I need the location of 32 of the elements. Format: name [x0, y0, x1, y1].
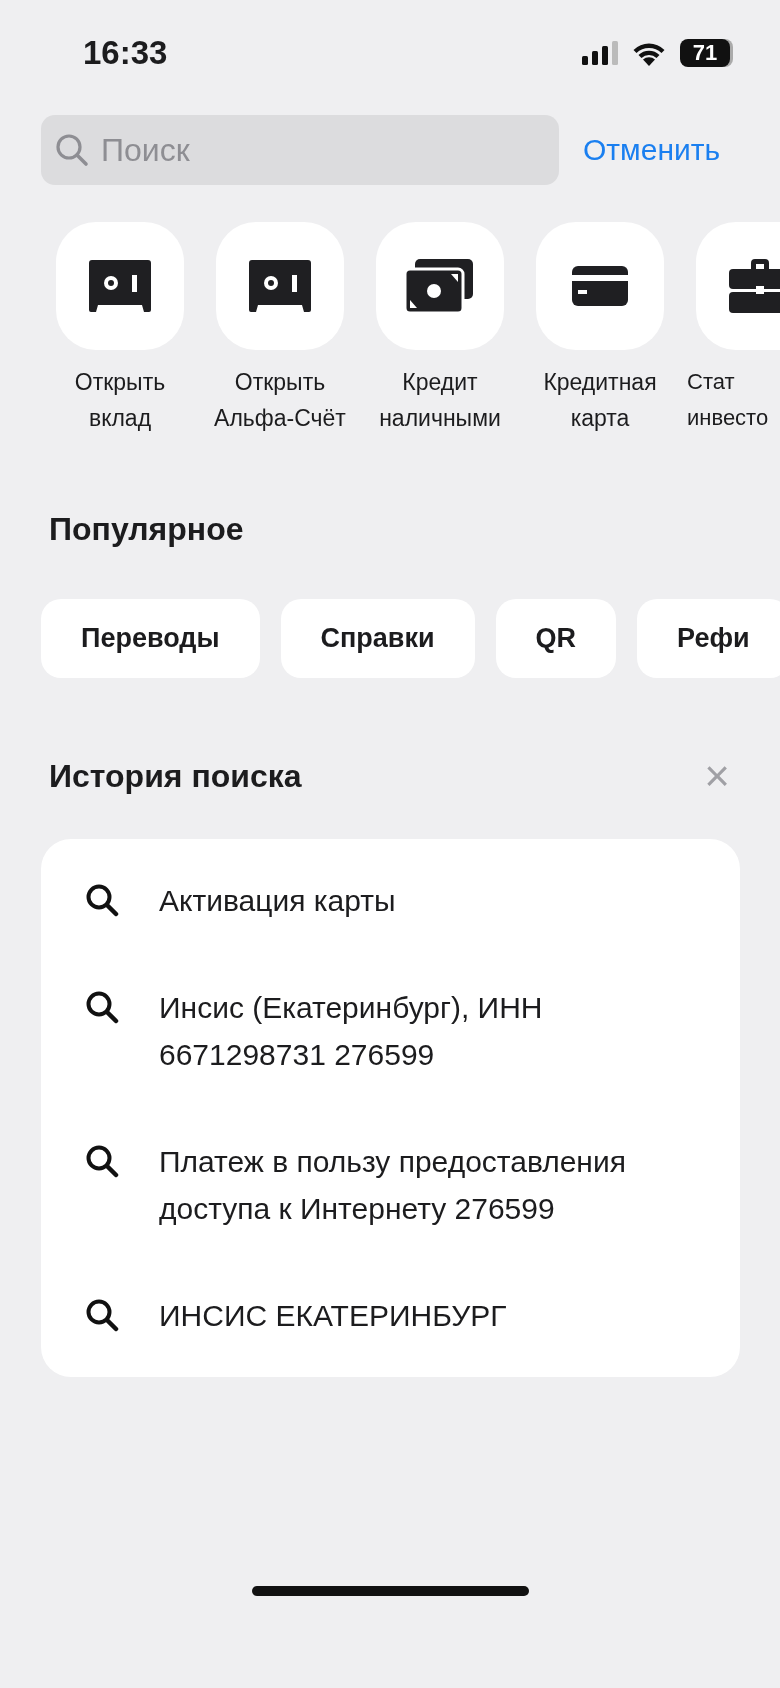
quick-action-tile[interactable]	[376, 222, 504, 350]
safe-icon	[249, 260, 311, 312]
history-item[interactable]: Инсис (Екатеринбург), ИНН 6671298731 276599	[159, 984, 700, 1078]
popular-chip[interactable]: Справки	[280, 599, 475, 678]
history-item[interactable]: Платеж в пользу предоставления доступа к Интернету 276599	[159, 1138, 700, 1232]
search-field[interactable]: Поиск	[41, 115, 559, 185]
cash-icon	[405, 259, 475, 313]
search-icon	[85, 1298, 119, 1332]
status-time: 16:33	[83, 34, 168, 72]
quick-action-label: Кредитная карта	[543, 368, 657, 433]
quick-action-tile[interactable]	[56, 222, 184, 350]
quick-action-label: Открыть вклад	[74, 368, 166, 433]
quick-action-label: Открыть Альфа-Счёт	[214, 368, 346, 433]
card-icon	[572, 266, 628, 306]
popular-chip[interactable]: Переводы	[41, 599, 260, 678]
battery-indicator: 71	[680, 39, 730, 67]
quick-action-label: Стат инвесто	[687, 368, 769, 432]
history-item[interactable]: Активация карты	[159, 877, 396, 924]
section-title: История поиска	[49, 757, 302, 796]
quick-action-tile[interactable]	[216, 222, 344, 350]
popular-chip[interactable]: QR	[495, 599, 617, 678]
briefcase-icon	[729, 259, 780, 313]
section-title: Популярное	[49, 510, 245, 549]
popular-chip[interactable]: Рефи	[637, 599, 780, 678]
quick-action-tile[interactable]	[536, 222, 664, 350]
quick-action-label: Кредит наличными	[379, 368, 501, 433]
safe-icon	[89, 260, 151, 312]
search-icon	[85, 990, 119, 1024]
history-item[interactable]: ИНСИС ЕКАТЕРИНБУРГ	[159, 1292, 507, 1339]
signal-icon	[582, 41, 618, 65]
search-icon	[85, 883, 119, 917]
search-icon	[85, 1144, 119, 1178]
